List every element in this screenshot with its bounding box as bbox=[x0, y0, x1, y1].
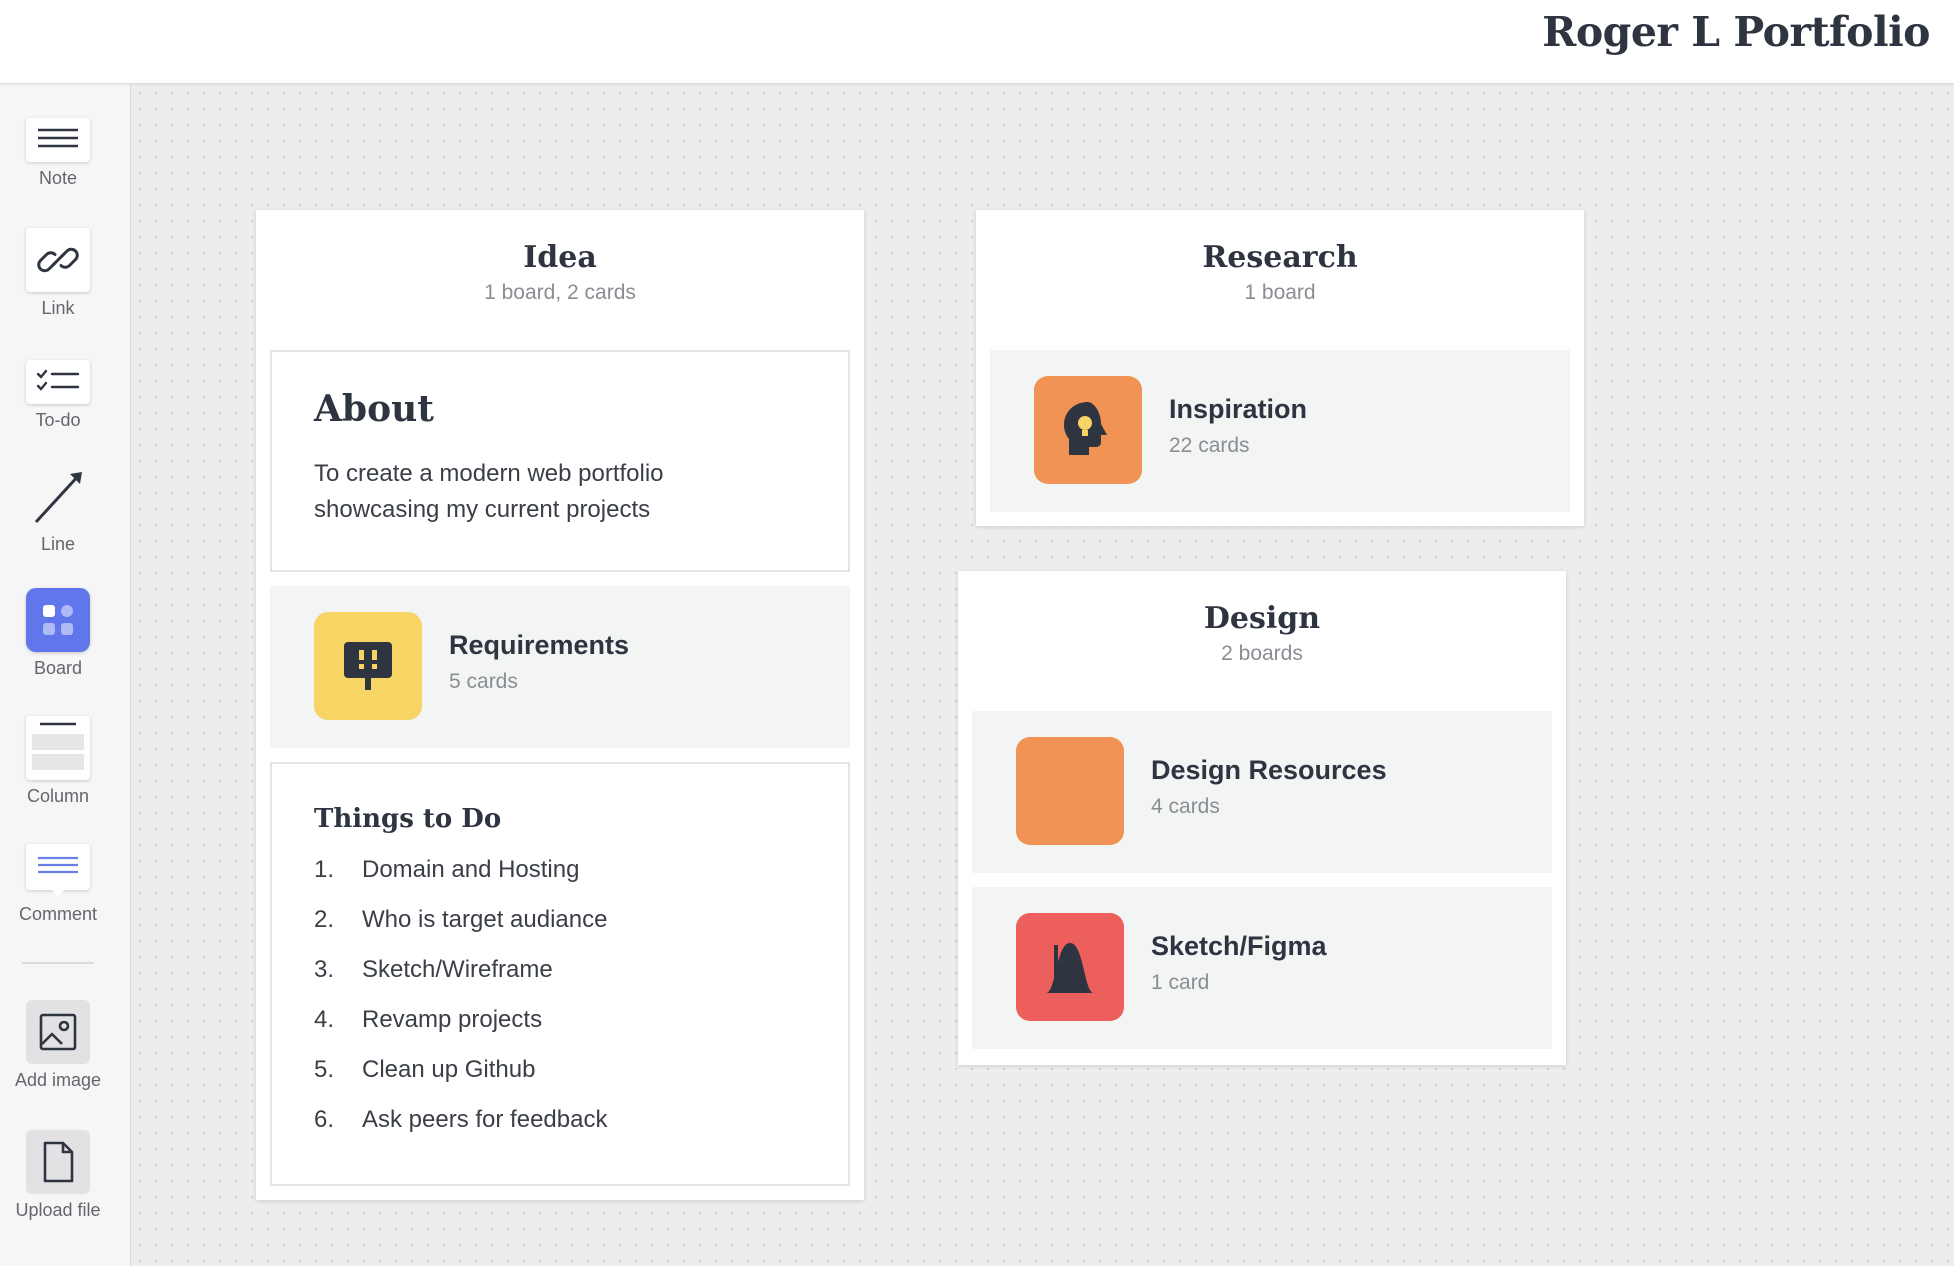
todo-heading: Things to Do bbox=[314, 804, 502, 834]
note-icon bbox=[26, 118, 90, 162]
board-header-research: Research 1 board bbox=[976, 210, 1584, 305]
image-icon bbox=[26, 1000, 90, 1064]
tool-label-column: Column bbox=[26, 786, 90, 806]
tool-column[interactable]: Column bbox=[0, 716, 116, 807]
todo-item[interactable]: 4. Revamp projects bbox=[314, 1006, 607, 1056]
board-subtitle-design: 2 boards bbox=[1221, 642, 1303, 665]
board-header-design: Design 2 boards bbox=[958, 571, 1566, 666]
line-arrow-icon bbox=[26, 464, 90, 528]
tool-label-todo: To-do bbox=[35, 410, 81, 430]
tool-label-line: Line bbox=[40, 534, 76, 554]
things-to-do-list[interactable]: Things to Do 1. Domain and Hosting 2. Who … bbox=[270, 762, 850, 1186]
board-title-design[interactable]: Design bbox=[958, 601, 1566, 636]
todo-item[interactable]: 5. Clean up Github bbox=[314, 1056, 607, 1106]
todo-item-text: Revamp projects bbox=[362, 1006, 543, 1033]
about-text: To create a modern web portfolio showcas… bbox=[314, 460, 664, 523]
inspiration-card[interactable]: Inspiration 22 cards bbox=[990, 350, 1570, 512]
board-color-icon bbox=[1016, 737, 1124, 845]
tool-comment[interactable]: Comment bbox=[0, 844, 116, 925]
canvas[interactable]: Idea 1 board, 2 cards About To create a … bbox=[132, 85, 1954, 1266]
board-icon bbox=[26, 588, 90, 652]
tool-label-board: Board bbox=[33, 658, 83, 678]
board-subtitle-research: 1 board bbox=[1244, 281, 1316, 304]
todo-item-text: Clean up Github bbox=[362, 1056, 536, 1083]
todo-item-number: 1. bbox=[314, 856, 335, 883]
todo-icon bbox=[26, 360, 90, 404]
sketch-figma-title: Sketch/Figma bbox=[1151, 931, 1327, 961]
inspiration-count: 22 cards bbox=[1169, 434, 1250, 457]
todo-item-number: 4. bbox=[314, 1006, 335, 1033]
board-subtitle-idea: 1 board, 2 cards bbox=[484, 281, 636, 304]
sidebar-divider bbox=[22, 962, 94, 964]
sketch-figma-card[interactable]: Sketch/Figma 1 card bbox=[972, 887, 1552, 1049]
design-resources-title: Design Resources bbox=[1151, 755, 1387, 785]
tool-note[interactable]: Note bbox=[0, 118, 116, 189]
todo-item-text: Sketch/Wireframe bbox=[362, 956, 553, 983]
board-title-idea[interactable]: Idea bbox=[256, 240, 864, 275]
todo-item-text: Who is target audiance bbox=[362, 906, 608, 933]
tool-label-upload-file: Upload file bbox=[15, 1200, 101, 1220]
column-icon bbox=[26, 716, 90, 780]
tool-upload-file[interactable]: Upload file bbox=[0, 1130, 116, 1221]
about-note[interactable]: About To create a modern web portfolio s… bbox=[270, 350, 850, 572]
design-resources-count: 4 cards bbox=[1151, 795, 1220, 818]
tool-board[interactable]: Board bbox=[0, 588, 116, 679]
sketch-figma-count: 1 card bbox=[1151, 971, 1210, 994]
page-title[interactable]: Roger L Portfolio bbox=[1542, 8, 1930, 56]
todo-item-text: Domain and Hosting bbox=[362, 856, 580, 883]
todo-item-number: 6. bbox=[314, 1106, 335, 1133]
todo-item[interactable]: 2. Who is target audiance bbox=[314, 906, 607, 956]
tool-label-add-image: Add image bbox=[14, 1070, 102, 1090]
requirements-card[interactable]: Requirements 5 cards bbox=[270, 586, 850, 748]
inspiration-title: Inspiration bbox=[1169, 394, 1308, 424]
link-icon bbox=[26, 228, 90, 292]
todo-item-number: 2. bbox=[314, 906, 335, 933]
curve-icon bbox=[1016, 913, 1124, 1021]
tool-todo[interactable]: To-do bbox=[0, 360, 116, 431]
comment-icon bbox=[26, 844, 90, 897]
todo-items: 1. Domain and Hosting 2. Who is target aud… bbox=[314, 856, 607, 1156]
board-research[interactable]: Research 1 board Inspiration 22 cards bbox=[976, 210, 1584, 526]
tool-add-image[interactable]: Add image bbox=[0, 1000, 116, 1091]
todo-item-text: Ask peers for feedback bbox=[362, 1106, 608, 1133]
design-resources-card[interactable]: Design Resources 4 cards bbox=[972, 711, 1552, 873]
about-heading: About bbox=[314, 388, 434, 430]
todo-item[interactable]: 1. Domain and Hosting bbox=[314, 856, 607, 906]
todo-item-number: 3. bbox=[314, 956, 335, 983]
tool-label-note: Note bbox=[38, 168, 78, 188]
requirements-title: Requirements bbox=[449, 630, 630, 660]
tool-line[interactable]: Line bbox=[0, 464, 116, 555]
head-lightbulb-icon bbox=[1034, 376, 1142, 484]
tool-label-link: Link bbox=[41, 298, 75, 318]
board-title-research[interactable]: Research bbox=[976, 240, 1584, 275]
board-header-idea: Idea 1 board, 2 cards bbox=[256, 210, 864, 305]
sign-icon bbox=[314, 612, 422, 720]
requirements-count: 5 cards bbox=[449, 670, 518, 693]
tool-sidebar: Note Link To-do Line Board Column Commen… bbox=[0, 84, 131, 1266]
tool-label-comment: Comment bbox=[18, 904, 98, 924]
file-icon bbox=[26, 1130, 90, 1194]
top-bar: Roger L Portfolio bbox=[0, 0, 1954, 84]
todo-item[interactable]: 3. Sketch/Wireframe bbox=[314, 956, 607, 1006]
board-idea[interactable]: Idea 1 board, 2 cards About To create a … bbox=[256, 210, 864, 1200]
todo-item[interactable]: 6. Ask peers for feedback bbox=[314, 1106, 607, 1156]
board-design[interactable]: Design 2 boards Design Resources 4 cards… bbox=[958, 571, 1566, 1065]
tool-link[interactable]: Link bbox=[0, 228, 116, 319]
todo-item-number: 5. bbox=[314, 1056, 335, 1083]
